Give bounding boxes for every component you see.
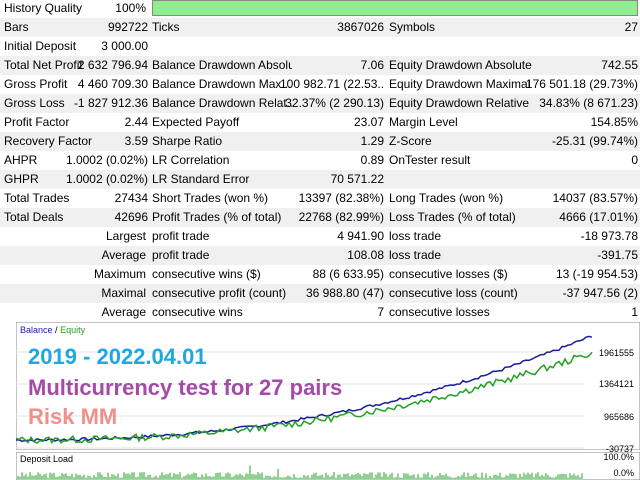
stat-value: Largest — [4, 229, 146, 244]
stat-value: 13 (-19 954.53) — [520, 267, 638, 282]
stat-label: Short Trades (won %) — [152, 191, 292, 206]
overlay-risk-mode: Risk MM — [28, 404, 117, 430]
stat-label: profit trade — [152, 248, 292, 263]
stat-label: Balance Drawdown Absolute — [152, 58, 292, 73]
stat-value: 1.29 — [280, 134, 384, 149]
stat-value: 0 — [520, 153, 638, 168]
stat-value: 36 988.80 (47) — [280, 286, 384, 301]
stat-value: 88 (6 633.95) — [280, 267, 384, 282]
stat-label: consecutive profit (count) — [152, 286, 292, 301]
stat-label: Balance Drawdown Relat... — [152, 96, 292, 111]
stats-row: Average profit trade 108.08 loss trade -391.… — [0, 246, 640, 265]
stat-value: 7 — [280, 305, 384, 320]
stat-label: Ticks — [152, 20, 292, 35]
stat-label: LR Correlation — [152, 153, 292, 168]
stats-row: Initial Deposit 3 000.00 — [0, 37, 640, 56]
stats-row: Gross Profit 4 460 709.30 Balance Drawdown… — [0, 75, 640, 94]
stat-value: 1.0002 (0.02%) — [60, 153, 148, 168]
history-quality-value: 100% — [112, 1, 146, 15]
stat-value: 4 460 709.30 — [60, 77, 148, 92]
history-quality-fill — [153, 1, 637, 15]
deposit-load-tick: 0.0% — [613, 468, 634, 478]
stat-value: 42696 — [60, 210, 148, 225]
stat-label: Profit Trades (% of total) — [152, 210, 292, 225]
stat-value: -1 827 912.36 — [60, 96, 148, 111]
stats-row: Gross Loss -1 827 912.36 Balance Drawdown … — [0, 94, 640, 113]
stat-label: Sharpe Ratio — [152, 134, 292, 149]
stat-value: 22768 (82.99%) — [280, 210, 384, 225]
stat-value: Maximal — [4, 286, 146, 301]
y-tick-label: 1961555 — [599, 348, 634, 358]
stats-row: Total Trades 27434 Short Trades (won %) 133… — [0, 189, 640, 208]
legend-balance: Balance — [20, 325, 53, 335]
stat-value: 176 501.18 (29.73%) — [520, 77, 638, 92]
y-tick-label: 1364121 — [599, 379, 634, 389]
stat-label: Expected Payoff — [152, 115, 292, 130]
stat-value: 23.07 — [280, 115, 384, 130]
stats-row: Bars 992722 Ticks 3867026 Symbols 27 — [0, 18, 640, 37]
stat-label: consecutive wins — [152, 305, 292, 320]
stat-value: 1 — [520, 305, 638, 320]
overlay-date-range: 2019 - 2022.04.01 — [28, 344, 207, 370]
stat-value: 32.37% (2 290.13) — [280, 96, 384, 111]
report-statistics-table: Bars 992722 Ticks 3867026 Symbols 27 Initial D… — [0, 18, 640, 322]
stat-value: 3.59 — [60, 134, 148, 149]
overlay-test-description: Multicurrency test for 27 pairs — [28, 375, 342, 401]
stats-row: Average consecutive wins 7 consecutive loss… — [0, 303, 640, 322]
chart-legend: Balance / Equity — [20, 325, 85, 335]
stats-row: Total Deals 42696 Profit Trades (% of tota… — [0, 208, 640, 227]
stats-row: Maximum consecutive wins ($) 88 (6 633.95)… — [0, 265, 640, 284]
stats-row: Maximal consecutive profit (count) 36 988.… — [0, 284, 640, 303]
stat-value: Average — [4, 248, 146, 263]
stat-value: 14037 (83.57%) — [520, 191, 638, 206]
stat-value: 34.83% (8 671.23) — [520, 96, 638, 111]
stat-value: 100 982.71 (22.53... — [280, 77, 384, 92]
stat-value: Maximum — [4, 267, 146, 282]
stat-value: -37 947.56 (2) — [520, 286, 638, 301]
y-tick-label: 965686 — [604, 412, 634, 422]
legend-separator: / — [55, 325, 58, 335]
stat-label: LR Standard Error — [152, 172, 292, 187]
stat-label: profit trade — [152, 229, 292, 244]
stat-value: 1.0002 (0.02%) — [60, 172, 148, 187]
legend-equity: Equity — [60, 325, 85, 335]
history-quality-label: History Quality — [4, 1, 82, 15]
stat-value: Average — [4, 305, 146, 320]
stats-row: Largest profit trade 4 941.90 loss trade -18… — [0, 227, 640, 246]
deposit-load-chart — [16, 452, 640, 480]
stat-value: 108.08 — [280, 248, 384, 263]
stat-value: 7.06 — [280, 58, 384, 73]
stat-label: consecutive wins ($) — [152, 267, 292, 282]
history-quality-bar — [152, 0, 638, 16]
stat-value: 27 — [520, 20, 638, 35]
deposit-load-title: Deposit Load — [20, 454, 73, 464]
stats-row: Profit Factor 2.44 Expected Payoff 23.07 Mar… — [0, 113, 640, 132]
stat-value: 2.44 — [60, 115, 148, 130]
stat-value: 154.85% — [520, 115, 638, 130]
stat-value: 3 000.00 — [60, 39, 148, 54]
stat-value: -391.75 — [520, 248, 638, 263]
history-quality-row: History Quality 100% — [0, 0, 640, 18]
stat-value: 70 571.22 — [280, 172, 384, 187]
stats-row: AHPR 1.0002 (0.02%) LR Correlation 0.89 OnTe… — [0, 151, 640, 170]
stats-row: GHPR 1.0002 (0.02%) LR Standard Error 70 57… — [0, 170, 640, 189]
stat-value: 0.89 — [280, 153, 384, 168]
stat-value: -18 973.78 — [520, 229, 638, 244]
stats-row: Total Net Profit 2 632 796.94 Balance Draw… — [0, 56, 640, 75]
deposit-load-tick: 100.0% — [603, 452, 634, 462]
stat-value: 2 632 796.94 — [60, 58, 148, 73]
stat-value: 4666 (17.01%) — [520, 210, 638, 225]
stat-value: 27434 — [60, 191, 148, 206]
stat-value: 13397 (82.38%) — [280, 191, 384, 206]
stat-value: 992722 — [60, 20, 148, 35]
stat-value: 742.55 — [520, 58, 638, 73]
stat-value: 3867026 — [280, 20, 384, 35]
stat-label: Balance Drawdown Max... — [152, 77, 292, 92]
stat-value: 4 941.90 — [280, 229, 384, 244]
stat-value: -25.31 (99.74%) — [520, 134, 638, 149]
stats-row: Recovery Factor 3.59 Sharpe Ratio 1.29 Z-Sco… — [0, 132, 640, 151]
